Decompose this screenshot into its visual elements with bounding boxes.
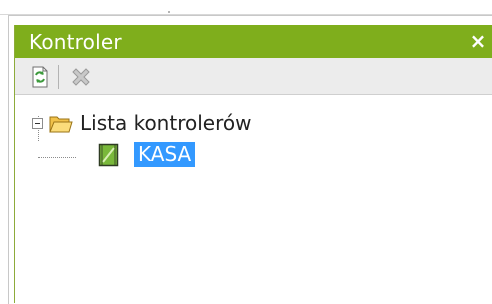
controller-icon xyxy=(98,143,119,167)
panel-toolbar xyxy=(15,58,492,95)
panel-titlebar: Kontroler × xyxy=(15,25,492,58)
refresh-button[interactable] xyxy=(28,65,52,89)
controller-tree: Lista kontrolerów KASA xyxy=(15,95,492,303)
close-button[interactable]: × xyxy=(467,28,489,54)
toolbar-separator xyxy=(58,65,59,89)
tree-item-label[interactable]: KASA xyxy=(134,142,196,167)
collapse-toggle[interactable] xyxy=(32,118,43,129)
delete-icon xyxy=(72,68,90,86)
tree-guide-line xyxy=(38,157,76,158)
refresh-icon xyxy=(32,66,48,88)
top-strip xyxy=(0,0,492,15)
divider-mark xyxy=(168,11,170,13)
kontroler-panel: Kontroler × Lista kontrolerów KASA xyxy=(14,25,492,303)
folder-open-icon xyxy=(49,116,73,133)
delete-button[interactable] xyxy=(69,65,93,89)
panel-title: Kontroler xyxy=(29,30,122,54)
tree-root-label: Lista kontrolerów xyxy=(80,111,252,135)
